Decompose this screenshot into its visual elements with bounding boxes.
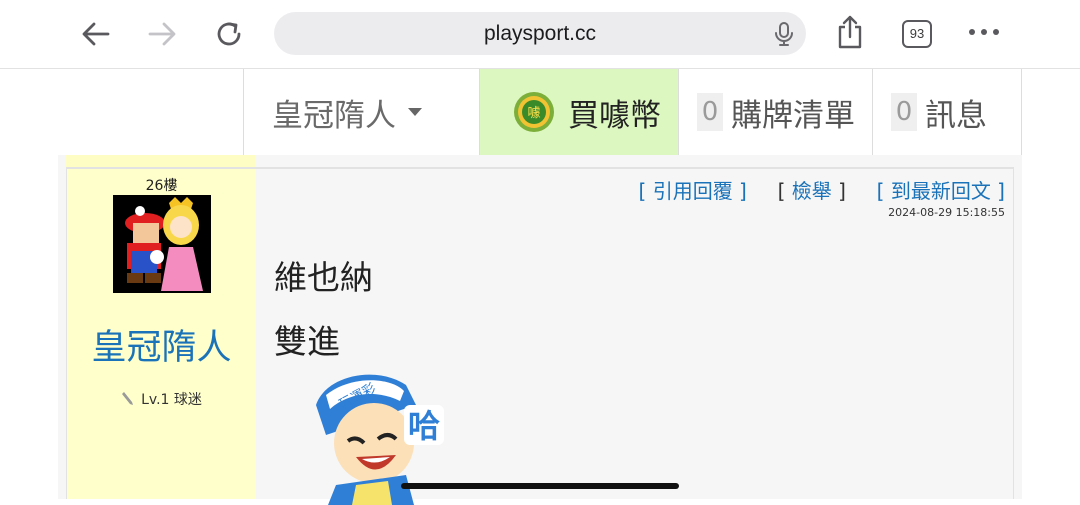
messages-label: 訊息 bbox=[925, 97, 987, 134]
microphone-icon[interactable] bbox=[772, 21, 796, 47]
home-indicator[interactable] bbox=[401, 483, 679, 489]
user-menu-dropdown[interactable]: 皇冠隋人 bbox=[243, 69, 479, 155]
user-menu-label: 皇冠隋人 bbox=[272, 97, 396, 134]
back-button[interactable] bbox=[76, 14, 116, 54]
caret-down-icon bbox=[408, 108, 422, 116]
back-arrow-icon bbox=[82, 22, 110, 46]
cart-link[interactable]: 0 購牌清單 bbox=[678, 69, 872, 155]
coin-icon: 噱 bbox=[512, 90, 556, 134]
avatar[interactable] bbox=[113, 195, 211, 293]
share-button[interactable] bbox=[830, 12, 870, 52]
browser-toolbar: playsport.cc 93 bbox=[0, 0, 1080, 68]
author-level-text: Lv.1 球迷 bbox=[141, 392, 202, 408]
post-text-line-1: 維也納 bbox=[274, 258, 373, 297]
cart-count-badge: 0 bbox=[697, 93, 723, 131]
svg-text:哈: 哈 bbox=[408, 407, 440, 445]
buy-coin-label: 買噱幣 bbox=[568, 97, 661, 134]
latest-reply-link[interactable]: 到最新回文 bbox=[891, 179, 991, 203]
author-level: Lv.1 球迷 bbox=[67, 389, 256, 409]
post-actions: [ 引用回覆 ] [ 檢舉 ] [ 到最新回文 ] bbox=[638, 179, 1005, 203]
tabs-icon[interactable]: 93 bbox=[902, 20, 932, 48]
author-name[interactable]: 皇冠隋人 bbox=[67, 319, 256, 370]
previous-post-strip bbox=[66, 155, 256, 167]
report-link[interactable]: 檢舉 bbox=[792, 179, 832, 203]
address-bar[interactable]: playsport.cc bbox=[274, 12, 806, 55]
author-column: 26樓 皇冠隋人 Lv.1 球迷 bbox=[67, 169, 256, 499]
reload-button[interactable] bbox=[209, 14, 249, 54]
buy-coin-button[interactable]: 噱 買噱幣 bbox=[479, 69, 678, 155]
post-body: [ 引用回覆 ] [ 檢舉 ] [ 到最新回文 ] 2024-08-29 15:… bbox=[256, 169, 1013, 505]
site-header: 皇冠隋人 噱 買噱幣 0 購牌清單 0 訊息 bbox=[0, 68, 1080, 155]
url-text: playsport.cc bbox=[483, 22, 597, 45]
reload-icon bbox=[217, 22, 241, 46]
quote-reply-link[interactable]: 引用回覆 bbox=[653, 179, 733, 203]
forward-button[interactable] bbox=[142, 14, 182, 54]
cart-label: 購牌清單 bbox=[731, 97, 855, 134]
post-text-line-2: 雙進 bbox=[274, 322, 340, 361]
svg-text:噱: 噱 bbox=[527, 106, 540, 121]
post-timestamp: 2024-08-29 15:18:55 bbox=[888, 206, 1005, 219]
more-icon[interactable] bbox=[967, 22, 1001, 42]
share-icon bbox=[838, 15, 862, 49]
messages-link[interactable]: 0 訊息 bbox=[872, 69, 1022, 155]
pencil-icon bbox=[122, 392, 134, 405]
messages-count-badge: 0 bbox=[891, 93, 917, 131]
floor-number: 26樓 bbox=[145, 178, 178, 194]
forward-arrow-icon bbox=[148, 22, 176, 46]
